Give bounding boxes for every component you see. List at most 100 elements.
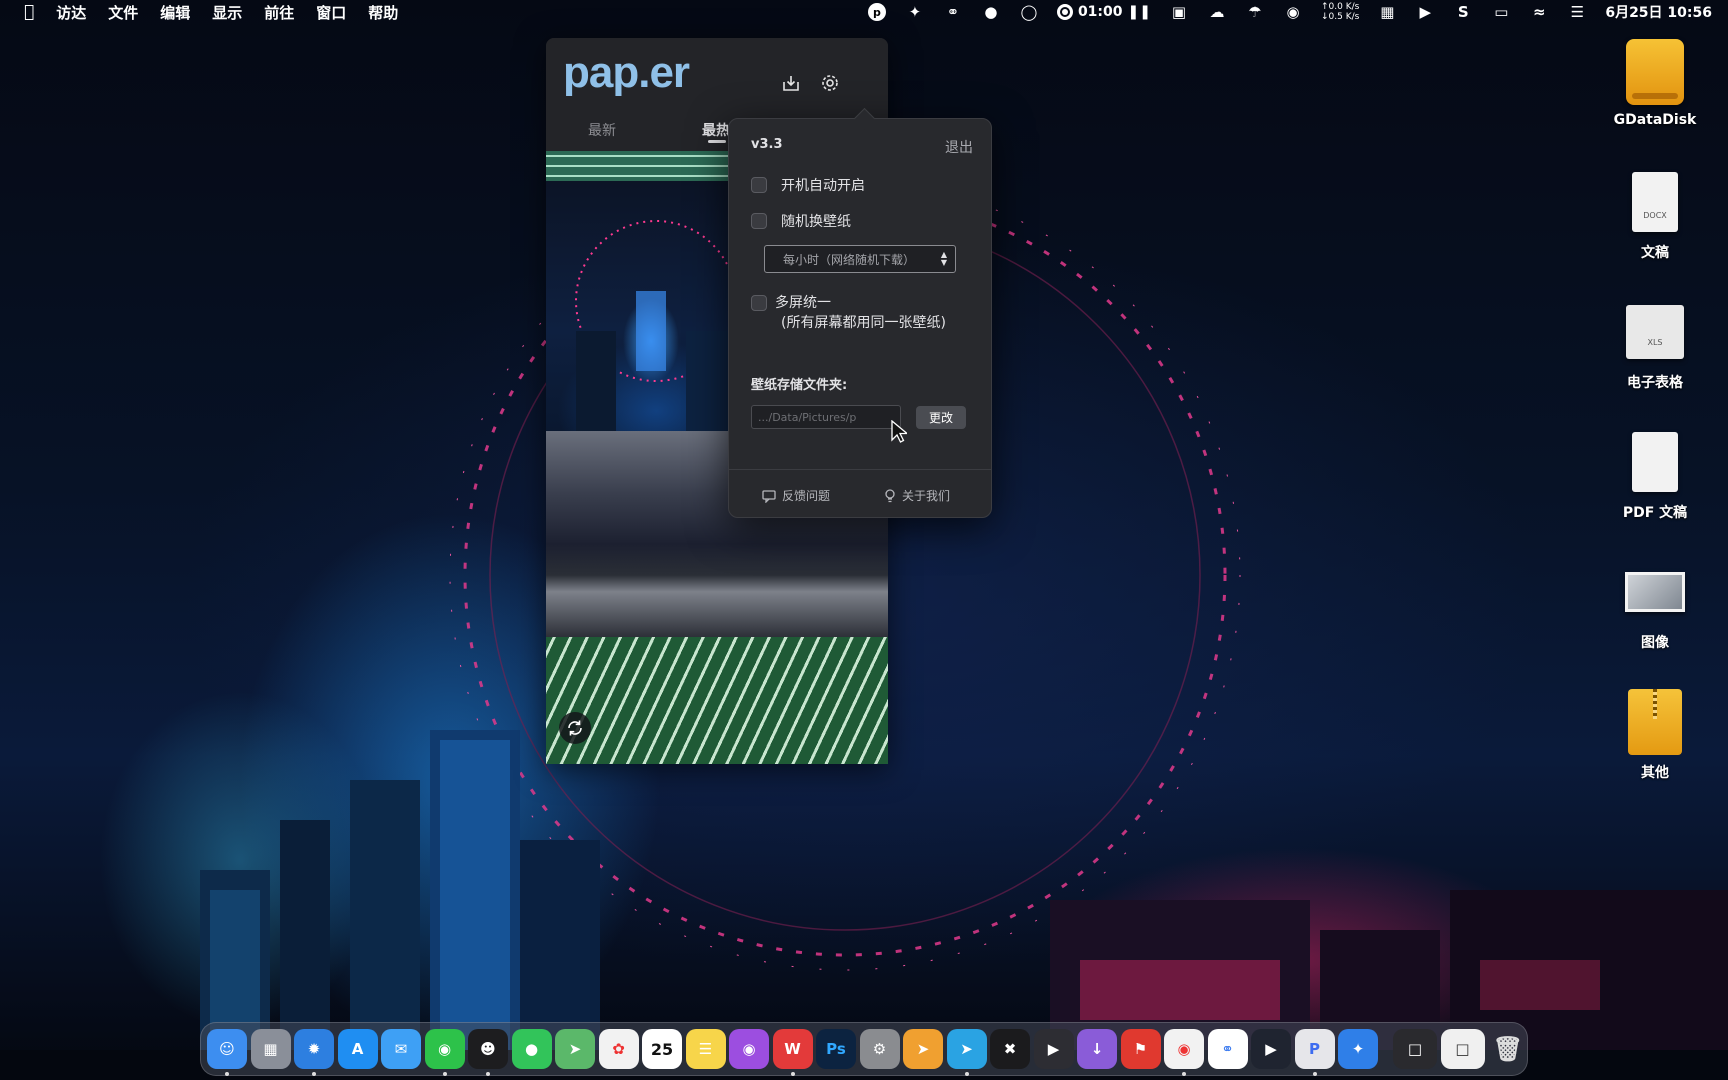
- dock-finder-icon[interactable]: ☺: [207, 1029, 247, 1076]
- dock-notes-icon[interactable]: ☰: [685, 1029, 726, 1069]
- network-speed[interactable]: ↑0.0 K/s ↓0.5 K/s: [1321, 2, 1359, 22]
- dock-paper-blue-icon[interactable]: P: [1294, 1029, 1335, 1076]
- dock-minimized-window-icon[interactable]: □: [1393, 1029, 1437, 1069]
- menu-finder[interactable]: 访达: [56, 2, 86, 23]
- random-wallpaper-label: 随机换壁纸: [781, 214, 851, 230]
- dock-capcut-icon[interactable]: ✖: [990, 1029, 1030, 1069]
- paper-status-icon[interactable]: p: [867, 3, 887, 21]
- wechat-status-icon[interactable]: ◉: [1283, 3, 1303, 21]
- multi-screen-checkbox[interactable]: [751, 295, 767, 311]
- desktop-item-pdf[interactable]: PDF 文稿: [1610, 428, 1700, 522]
- desktop-item-label: 其他: [1641, 765, 1669, 781]
- folder-label: 壁纸存储文件夹:: [751, 378, 848, 393]
- desktop-item-spreadsheets[interactable]: XLS 电子表格: [1610, 298, 1700, 392]
- dock-downie-icon[interactable]: ↓: [1077, 1029, 1117, 1069]
- multi-screen-text: 多屏统一 (所有屏幕都用同一张壁纸): [775, 293, 946, 333]
- dock-qq-icon[interactable]: ☻: [468, 1029, 508, 1076]
- sogou-status-icon[interactable]: S: [1453, 3, 1473, 21]
- dock-final-cut-icon[interactable]: ▶: [1033, 1029, 1074, 1069]
- menu-help[interactable]: 帮助: [368, 2, 398, 23]
- menu-go[interactable]: 前往: [264, 2, 294, 23]
- multi-screen-row[interactable]: 多屏统一 (所有屏幕都用同一张壁纸): [751, 293, 946, 333]
- dock-safari-icon[interactable]: ✹: [294, 1029, 334, 1076]
- cat-status-icon[interactable]: ●: [981, 3, 1001, 21]
- dock-downloads-stack-icon[interactable]: □: [1440, 1029, 1485, 1069]
- random-wallpaper-checkbox[interactable]: [751, 213, 767, 229]
- dock: ☺ ▦ ✹ A ✉ ◉ ☻ ● ➤ ✿ 25 ☰ ◉ W Ps ⚙ ➤ ➤ ✖ …: [200, 1022, 1528, 1076]
- dock-app-store-icon[interactable]: A: [337, 1029, 378, 1069]
- dock-wechat-icon[interactable]: ◉: [424, 1029, 465, 1076]
- docx-icon: DOCX: [1632, 172, 1678, 232]
- dock-telegram-icon[interactable]: ➤: [946, 1029, 987, 1076]
- auto-start-row[interactable]: 开机自动开启: [751, 175, 865, 195]
- desktop-item-other[interactable]: 其他: [1610, 688, 1700, 782]
- control-center-icon[interactable]: ☰: [1567, 3, 1587, 21]
- wallpaper-thumbnail-leaves[interactable]: [546, 637, 888, 764]
- cloud-status-icon[interactable]: ☁: [1207, 3, 1227, 21]
- menu-window[interactable]: 窗口: [316, 2, 346, 23]
- dock-pap-er-icon[interactable]: ⚭: [1207, 1029, 1248, 1069]
- popover-divider: [729, 469, 991, 470]
- calendar-day: 25: [650, 1039, 674, 1059]
- dock-pdf-expert-icon[interactable]: ⚑: [1120, 1029, 1161, 1069]
- menu-bar-status-area: p ✦ ⚭ ● ◯ 01:00 ❚❚ ▣ ☁ ☂ ◉ ↑0.0 K/s ↓0.5…: [867, 0, 1712, 24]
- desktop-item-documents[interactable]: DOCX 文稿: [1610, 168, 1700, 262]
- dock-podcasts-icon[interactable]: ◉: [729, 1029, 769, 1069]
- mouse-cursor-icon: [891, 420, 907, 443]
- layout-status-icon[interactable]: ▦: [1377, 3, 1397, 21]
- auto-start-label: 开机自动开启: [781, 178, 865, 194]
- dock-system-preferences-icon[interactable]: ⚙: [859, 1029, 900, 1069]
- dock-calendar-icon[interactable]: 25: [642, 1029, 682, 1069]
- tab-popular[interactable]: 最热: [702, 120, 730, 140]
- quit-button[interactable]: 退出: [945, 137, 973, 157]
- refresh-icon[interactable]: [559, 712, 591, 744]
- about-button[interactable]: 关于我们: [884, 487, 950, 504]
- dock-photos-icon[interactable]: ✿: [598, 1029, 639, 1069]
- battery-icon[interactable]: ▭: [1491, 3, 1511, 21]
- auto-start-checkbox[interactable]: [751, 177, 767, 193]
- menu-view[interactable]: 显示: [212, 2, 242, 23]
- photoshop-label: Ps: [826, 1040, 846, 1058]
- dock-maps-icon[interactable]: ➤: [555, 1029, 595, 1069]
- rings-status-icon[interactable]: ⚭: [943, 3, 963, 21]
- wifi-icon[interactable]: ≈: [1529, 3, 1549, 21]
- change-folder-button[interactable]: 更改: [916, 406, 966, 429]
- docx-badge: DOCX: [1643, 211, 1667, 220]
- dock-photoshop-icon[interactable]: Ps: [816, 1029, 856, 1069]
- menu-edit[interactable]: 编辑: [160, 2, 190, 23]
- dock-rocket-icon[interactable]: ➤: [903, 1029, 943, 1069]
- bird-status-icon[interactable]: ✦: [905, 3, 925, 21]
- desktop-item-label: 图像: [1641, 635, 1669, 651]
- screen-record-timer[interactable]: 01:00 ❚❚: [1056, 4, 1151, 20]
- net-down-speed: 0.5 K/s: [1328, 12, 1360, 22]
- desktop-item-gdatadisk[interactable]: GDataDisk: [1610, 38, 1700, 128]
- select-arrows-icon: ▲ ▼: [940, 250, 947, 267]
- download-icon[interactable]: [778, 70, 804, 96]
- feedback-button[interactable]: 反馈问题: [762, 487, 830, 504]
- desktop-item-images[interactable]: 图像: [1610, 558, 1700, 652]
- multi-screen-sublabel: (所有屏幕都用同一张壁纸): [781, 315, 946, 331]
- screenshot-status-icon[interactable]: ▣: [1169, 3, 1189, 21]
- gear-icon[interactable]: [817, 70, 843, 96]
- parachute-status-icon[interactable]: ☂: [1245, 3, 1265, 21]
- apple-icon[interactable]: : [24, 2, 34, 22]
- desktop-item-label: PDF 文稿: [1622, 505, 1688, 521]
- random-wallpaper-row[interactable]: 随机换壁纸: [751, 211, 851, 231]
- dock-chrome-icon[interactable]: ◉: [1164, 1029, 1204, 1076]
- menu-file[interactable]: 文件: [108, 2, 138, 23]
- dock-launchpad-icon[interactable]: ▦: [250, 1029, 291, 1069]
- dock-mail-icon[interactable]: ✉: [381, 1029, 421, 1069]
- folder-path-field[interactable]: [751, 405, 901, 429]
- interval-select[interactable]: 每小时（网络随机下载） ▲ ▼: [764, 245, 956, 273]
- circle-status-icon[interactable]: ◯: [1019, 3, 1039, 21]
- lightbulb-icon: [885, 488, 895, 502]
- clock[interactable]: 6月25日 10:56: [1605, 2, 1712, 22]
- tab-latest[interactable]: 最新: [588, 120, 616, 140]
- dock-infuse-icon[interactable]: ▶: [1251, 1029, 1291, 1069]
- pause-icon: ❚❚: [1127, 4, 1151, 20]
- dock-messages-icon[interactable]: ●: [511, 1029, 552, 1069]
- dock-bird-icon[interactable]: ✦: [1338, 1029, 1378, 1069]
- dock-trash-icon[interactable]: 🗑: [1488, 1029, 1528, 1069]
- play-status-icon[interactable]: ▶: [1415, 3, 1435, 21]
- dock-wps-icon[interactable]: W: [772, 1029, 813, 1076]
